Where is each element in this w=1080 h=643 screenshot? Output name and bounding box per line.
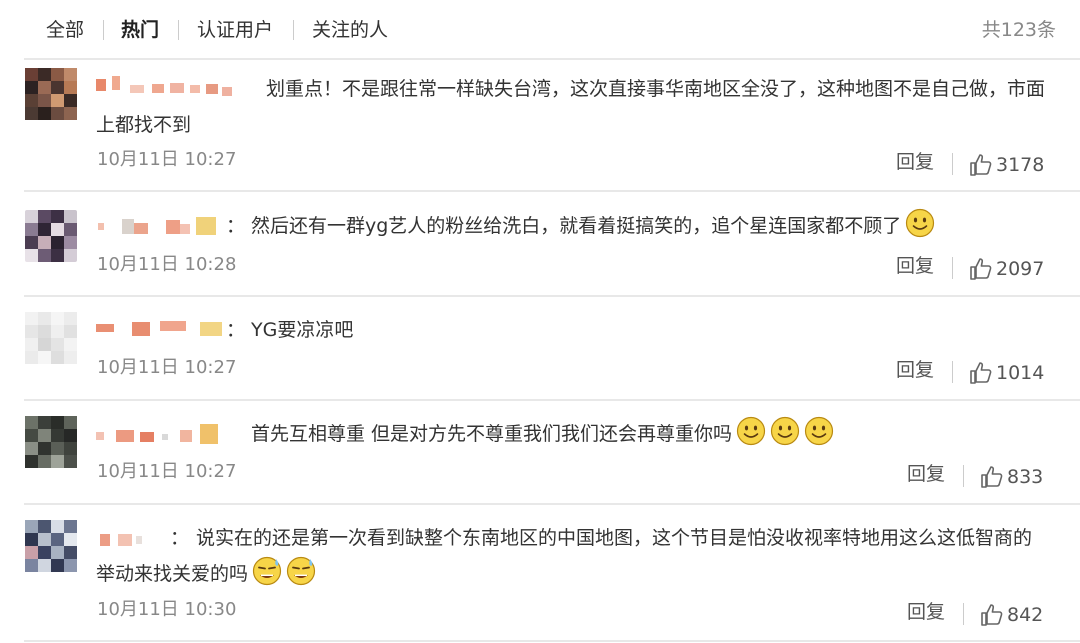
comment-timestamp: 10月11日 10:27: [97, 357, 237, 378]
avatar[interactable]: [25, 312, 77, 364]
action-divider: [952, 361, 953, 383]
comment-item: ： YG要凉凉吧 10月11日 10:27 回复 1014: [0, 312, 1080, 398]
like-button[interactable]: 1014: [969, 360, 1044, 386]
smile-emoji: [770, 416, 800, 446]
thumbs-up-icon: [970, 258, 992, 280]
awkward-sweat-emoji: [286, 556, 316, 586]
comment-timestamp: 10月11日 10:27: [97, 461, 237, 482]
comment-text: 然后还有一群yg艺人的粉丝给洗白，就看着挺搞笑的，追个星连国家都不顾了: [251, 208, 1046, 244]
like-count: 833: [1007, 466, 1044, 488]
username-colon: ：: [226, 215, 246, 237]
tab-following[interactable]: 关注的人: [312, 17, 388, 43]
avatar[interactable]: [25, 210, 77, 262]
comment-item: 首先互相尊重 但是对方先不尊重我们我们还会再尊重你吗 10月11日 10:27 …: [0, 416, 1080, 502]
like-count: 2097: [996, 258, 1045, 280]
comment-item: ： 说实在的还是第一次看到缺整个东南地区的中国地图，这个节目是怕没收视率特地用这…: [0, 520, 1080, 640]
divider: [24, 295, 1080, 297]
filter-tabs: 全部 热门 认证用户 关注的人 共123条: [0, 0, 1080, 60]
like-button[interactable]: 2097: [969, 256, 1044, 282]
action-divider: [963, 465, 964, 487]
comment-text: 首先互相尊重 但是对方先不尊重我们我们还会再尊重你吗: [251, 416, 1046, 452]
tab-divider: [178, 20, 179, 40]
tab-divider: [103, 20, 104, 40]
divider: [24, 399, 1080, 401]
comment-text: 划重点！不是跟往常一样缺失台湾，这次直接事华南地区全没了，这种地图不是自己做，市…: [96, 78, 1046, 136]
username-blurred[interactable]: [96, 318, 224, 340]
thumbs-up-icon: [970, 362, 992, 384]
avatar[interactable]: [25, 416, 77, 468]
divider: [24, 190, 1080, 192]
like-count: 3178: [996, 154, 1045, 176]
thumbs-up-icon: [981, 466, 1003, 488]
like-button[interactable]: 3178: [969, 152, 1044, 178]
reply-button[interactable]: 回复: [907, 599, 945, 625]
comment-timestamp: 10月11日 10:30: [97, 599, 237, 620]
comment-text-content: 然后还有一群yg艺人的粉丝给洗白，就看着挺搞笑的，追个星连国家都不顾了: [251, 215, 902, 237]
tab-divider: [293, 20, 294, 40]
reply-button[interactable]: 回复: [896, 357, 934, 383]
action-divider: [963, 603, 964, 625]
comment-text-content: 说实在的还是第一次看到缺整个东南地区的中国地图，这个节目是怕没收视率特地用这么这…: [96, 527, 1033, 585]
reply-button[interactable]: 回复: [896, 149, 934, 175]
comment-total-count: 共123条: [981, 19, 1056, 41]
username-colon: ：: [226, 319, 246, 341]
comment-item: ： 然后还有一群yg艺人的粉丝给洗白，就看着挺搞笑的，追个星连国家都不顾了 10…: [0, 208, 1080, 294]
like-button[interactable]: 833: [980, 464, 1044, 490]
like-button[interactable]: 842: [980, 602, 1044, 628]
comment-timestamp: 10月11日 10:28: [97, 254, 237, 275]
avatar[interactable]: [25, 68, 77, 120]
tab-hot[interactable]: 热门: [121, 17, 159, 43]
thumbs-up-icon: [970, 154, 992, 176]
reply-button[interactable]: 回复: [896, 253, 934, 279]
comment-text: YG要凉凉吧: [251, 319, 354, 341]
username-blurred[interactable]: [96, 215, 222, 237]
like-count: 842: [1007, 604, 1044, 626]
avatar[interactable]: [25, 520, 77, 572]
comment-text: 说实在的还是第一次看到缺整个东南地区的中国地图，这个节目是怕没收视率特地用这么这…: [96, 520, 1046, 592]
action-divider: [952, 257, 953, 279]
action-divider: [952, 153, 953, 175]
like-count: 1014: [996, 362, 1045, 384]
reply-button[interactable]: 回复: [907, 461, 945, 487]
username-blurred[interactable]: [96, 422, 228, 444]
tab-verified-users[interactable]: 认证用户: [197, 17, 273, 43]
smile-emoji: [736, 416, 766, 446]
tab-all[interactable]: 全部: [46, 17, 84, 43]
divider: [24, 640, 1080, 642]
awkward-sweat-emoji: [252, 556, 282, 586]
smile-emoji: [906, 208, 935, 238]
divider: [24, 503, 1080, 505]
divider: [24, 58, 1080, 60]
thumbs-up-icon: [981, 604, 1003, 626]
smile-emoji: [804, 416, 834, 446]
comment-item: 划重点！不是跟往常一样缺失台湾，这次直接事华南地区全没了，这种地图不是自己做，市…: [0, 68, 1080, 186]
comment-text-content: 首先互相尊重 但是对方先不尊重我们我们还会再尊重你吗: [251, 423, 733, 445]
comment-timestamp: 10月11日 10:27: [97, 149, 237, 170]
